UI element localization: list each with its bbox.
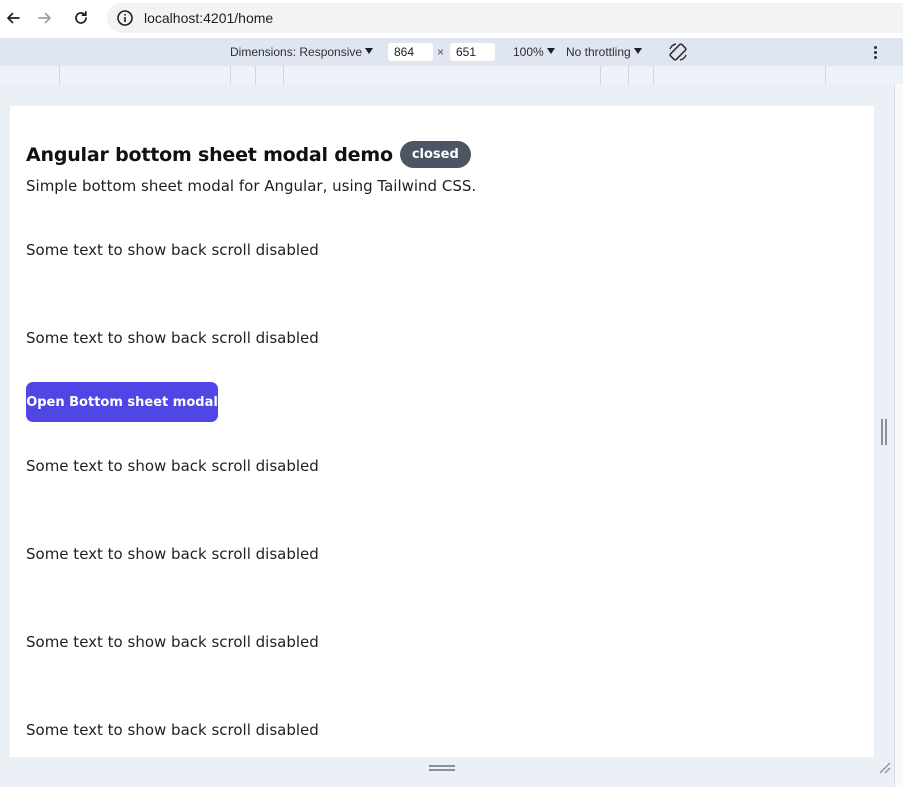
zoom-dropdown[interactable]: 100% xyxy=(513,38,555,66)
arrow-left-icon xyxy=(7,12,20,24)
body-paragraph: Some text to show back scroll disabled xyxy=(26,329,319,347)
body-paragraph: Some text to show back scroll disabled xyxy=(26,241,319,259)
caret-down-icon xyxy=(365,48,374,54)
emulated-viewport: Angular bottom sheet modal demo closed S… xyxy=(10,106,874,757)
caret-down-icon xyxy=(546,48,555,54)
dimensions-label: Dimensions: Responsive xyxy=(230,45,363,59)
resize-handle-bottom[interactable] xyxy=(429,765,455,771)
body-paragraph: Some text to show back scroll disabled xyxy=(26,633,319,651)
throttling-dropdown[interactable]: No throttling xyxy=(566,38,642,66)
height-input[interactable]: 651 xyxy=(450,43,495,61)
resize-handle-right[interactable] xyxy=(881,419,887,445)
address-bar[interactable]: localhost:4201/home xyxy=(107,3,903,33)
rotate-device-icon[interactable] xyxy=(667,41,689,63)
page-subtitle: Simple bottom sheet modal for Angular, u… xyxy=(26,177,477,195)
status-badge: closed xyxy=(399,141,471,168)
device-toolbar: Dimensions: Responsive 864 × 651 100% No… xyxy=(0,38,903,66)
resize-corner-icon[interactable] xyxy=(877,760,891,774)
back-button[interactable] xyxy=(0,5,26,31)
info-circle-icon[interactable] xyxy=(116,9,134,27)
more-vertical-icon[interactable] xyxy=(866,43,884,61)
body-paragraph: Some text to show back scroll disabled xyxy=(26,545,319,563)
caret-down-icon xyxy=(633,48,642,54)
heading-row: Angular bottom sheet modal demo closed xyxy=(26,141,471,168)
body-paragraph: Some text to show back scroll disabled xyxy=(26,457,319,475)
reload-icon xyxy=(75,10,87,24)
forward-button[interactable] xyxy=(32,5,58,31)
reload-button[interactable] xyxy=(68,5,94,31)
devtools-panel-edge xyxy=(894,84,903,787)
zoom-label: 100% xyxy=(513,45,544,59)
open-bottom-sheet-button[interactable]: Open Bottom sheet modal xyxy=(26,382,218,422)
times-separator: × xyxy=(437,45,445,59)
body-paragraph: Some text to show back scroll disabled xyxy=(26,721,319,739)
arrow-right-icon xyxy=(38,12,51,24)
browser-toolbar: localhost:4201/home xyxy=(0,0,903,38)
throttling-label: No throttling xyxy=(566,45,631,59)
media-query-ruler[interactable] xyxy=(0,66,903,84)
width-input[interactable]: 864 xyxy=(388,43,433,61)
dimensions-dropdown[interactable]: Dimensions: Responsive xyxy=(230,38,374,66)
page-title: Angular bottom sheet modal demo xyxy=(26,143,393,166)
url-text[interactable]: localhost:4201/home xyxy=(144,9,273,27)
